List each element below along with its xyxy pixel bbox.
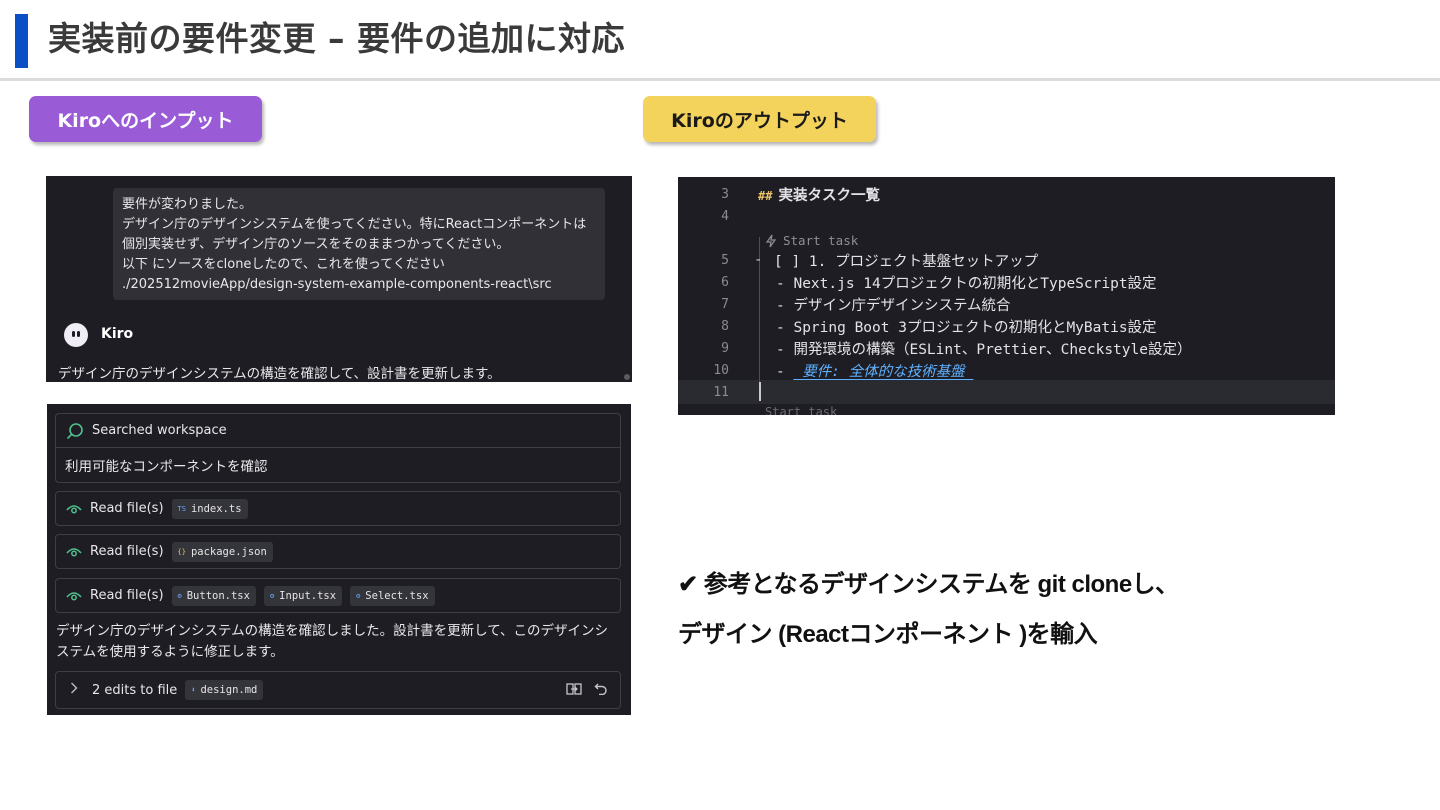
file-chip[interactable]: ⚙ Button.tsx — [171, 585, 256, 606]
input-label-pill: Kiroへのインプット — [29, 96, 262, 142]
user-message-line: ./202512movieApp/design-system-example-c… — [122, 277, 552, 292]
chat-panel-actions: Searched workspace 利用可能なコンポーネントを確認 Read … — [47, 404, 631, 715]
code-line[interactable]: 6 - Next.js 14プロジェクトの初期化とTypeScript設定 — [678, 271, 1335, 293]
code-line[interactable]: 10 - _要件: 全体的な技術基盤_ — [678, 359, 1335, 381]
lightning-icon — [765, 234, 777, 248]
read-files-label: Read file(s) — [90, 501, 164, 516]
code-line[interactable]: 11 — [678, 381, 1335, 403]
searched-workspace-card[interactable]: Searched workspace 利用可能なコンポーネントを確認 — [55, 413, 621, 483]
search-label: Searched workspace — [92, 423, 227, 438]
json-file-icon: {} — [177, 547, 186, 556]
summary-note: ✔ 参考となるデザインシステムを git cloneし、 デザイン (React… — [678, 560, 1179, 660]
scroll-indicator[interactable] — [624, 374, 630, 380]
code-text: - Next.js 14プロジェクトの初期化とTypeScript設定 — [776, 275, 1157, 292]
file-chip[interactable]: ⬇ design.md — [185, 680, 264, 700]
title-accent-bar — [15, 14, 28, 68]
code-text: - 開発環境の構築（ESLint、Prettier、Checkstyle設定） — [776, 341, 1192, 358]
markdown-file-icon: ⬇ — [191, 686, 196, 694]
agent-message: デザイン庁のデザインシステムの構造を確認しました。設計書を更新して、このデザイン… — [56, 623, 609, 660]
summary-line-1: ✔ 参考となるデザインシステムを git cloneし、 — [678, 571, 1179, 598]
user-message-line: デザイン庁のデザインシステムを使ってください。特にReactコンポーネントは — [122, 217, 587, 232]
react-file-icon: ⚙ — [356, 591, 361, 600]
read-files-row[interactable]: Read file(s) TS index.ts — [55, 491, 621, 526]
search-query: 利用可能なコンポーネントを確認 — [65, 459, 268, 475]
line-number: 7 — [721, 296, 729, 312]
user-message-bubble: 要件が変わりました。 デザイン庁のデザインシステムを使ってください。特にReac… — [113, 188, 605, 300]
code-text: - デザイン庁デザインシステム統合 — [776, 297, 1011, 314]
line-number: 4 — [721, 208, 729, 224]
compare-icon[interactable] — [566, 681, 582, 701]
react-file-icon: ⚙ — [177, 591, 182, 600]
start-task-codelens[interactable]: Start task — [765, 233, 858, 248]
eye-icon — [66, 546, 82, 558]
agent-name: Kiro — [101, 326, 134, 342]
typescript-file-icon: TS — [177, 504, 186, 513]
user-message-line: 要件が変わりました。 — [122, 197, 253, 212]
chevron-right-icon[interactable] — [70, 682, 92, 698]
file-chip[interactable]: TS index.ts — [171, 498, 248, 519]
title-divider — [0, 78, 1440, 81]
line-number: 3 — [721, 186, 729, 202]
output-label-pill: Kiroのアウトプット — [643, 96, 876, 142]
edits-label: 2 edits to file — [92, 682, 178, 698]
code-line[interactable]: 7 - デザイン庁デザインシステム統合 — [678, 293, 1335, 315]
line-number: 5 — [721, 252, 729, 268]
read-files-label: Read file(s) — [90, 588, 164, 603]
file-chip[interactable]: ⚙ Select.tsx — [350, 585, 435, 606]
line-number: 10 — [713, 362, 729, 378]
code-editor-output: 3 ## 実装タスク一覧 4 Start task 5 - [ ] 1. プロジェ… — [678, 177, 1335, 415]
code-text: 実装タスク一覧 — [778, 187, 880, 204]
user-message-line: 以下 にソースをcloneしたので、これを使ってください — [122, 257, 445, 272]
code-text: [ ] 1. プロジェクト基盤セットアップ — [774, 253, 1039, 270]
code-line[interactable]: 8 - Spring Boot 3プロジェクトの初期化とMyBatis設定 — [678, 315, 1335, 337]
line-number: 8 — [721, 318, 729, 334]
react-file-icon: ⚙ — [269, 591, 275, 600]
search-icon — [66, 422, 84, 440]
read-files-label: Read file(s) — [90, 544, 164, 559]
line-number: 6 — [721, 274, 729, 290]
user-message-line: 個別実装せず、デザイン庁のソースをそのままつかってください。 — [122, 237, 510, 252]
file-chip[interactable]: {} package.json — [171, 541, 273, 562]
slide-title: 実装前の要件変更 – 要件の追加に対応 — [48, 19, 625, 58]
read-files-row[interactable]: Read file(s) {} package.json — [55, 534, 621, 569]
code-line[interactable]: 9 - 開発環境の構築（ESLint、Prettier、Checkstyle設定… — [678, 337, 1335, 359]
code-line[interactable]: 5 - [ ] 1. プロジェクト基盤セットアップ — [678, 249, 1335, 271]
eye-icon — [66, 590, 82, 602]
kiro-avatar-icon — [64, 323, 88, 347]
eye-icon — [66, 503, 82, 515]
agent-message: デザイン庁のデザインシステムの構造を確認して、設計書を更新します。 — [58, 366, 501, 382]
heading-marker: ## — [758, 188, 773, 203]
requirement-emphasis: _要件: 全体的な技術基盤_ — [793, 363, 974, 380]
line-number: 9 — [721, 340, 729, 356]
chat-panel-input: 要件が変わりました。 デザイン庁のデザインシステムを使ってください。特にReac… — [46, 176, 632, 382]
summary-line-2: デザイン (Reactコンポーネント )を輸入 — [678, 621, 1098, 648]
file-chip[interactable]: ⚙ Input.tsx — [263, 585, 343, 606]
line-number: 11 — [713, 384, 729, 400]
edits-card[interactable]: 2 edits to file ⬇ design.md — [55, 671, 621, 709]
undo-icon[interactable] — [594, 681, 608, 701]
code-text: - — [776, 363, 794, 380]
read-files-row[interactable]: Read file(s) ⚙ Button.tsx ⚙ Input.tsx ⚙ Sel… — [55, 578, 621, 613]
code-line[interactable]: 4 — [678, 205, 1335, 227]
code-text: - Spring Boot 3プロジェクトの初期化とMyBatis設定 — [776, 319, 1157, 336]
code-line[interactable]: 3 ## 実装タスク一覧 — [678, 183, 1335, 205]
start-task-codelens[interactable]: Start task — [765, 405, 837, 415]
